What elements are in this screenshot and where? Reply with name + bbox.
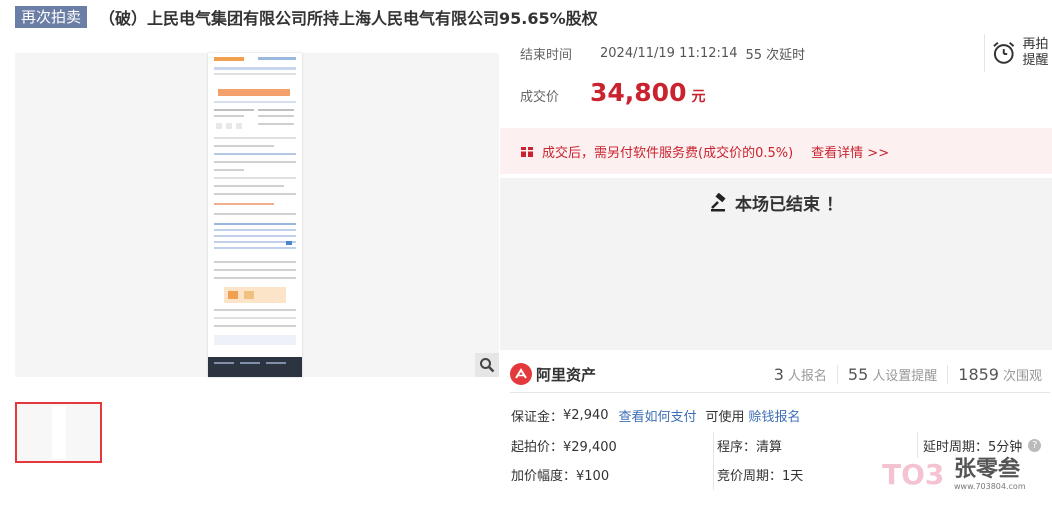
procedure: 程序：清算	[717, 440, 783, 455]
platform-name: 阿里资产	[536, 365, 597, 384]
deposit-label: 保证金：	[511, 410, 564, 425]
platform-brand[interactable]: 阿里资产	[510, 363, 596, 385]
end-time-row: 结束时间 2024/11/19 11:12:14 55 次延时	[520, 44, 805, 63]
column-separator	[917, 432, 918, 458]
help-icon[interactable]: ?	[1028, 439, 1042, 452]
delay-period-row: 延时周期：5分钟 ?	[923, 436, 1042, 455]
start-price: 起拍价：¥29,400	[511, 440, 617, 455]
end-time-label: 结束时间	[520, 48, 573, 63]
divider	[510, 392, 1050, 393]
deal-price-row: 成交价 34,800 元	[520, 78, 705, 107]
column-separator	[713, 432, 714, 490]
alarm-clock-icon	[993, 41, 1015, 64]
thumbnail-image	[52, 406, 66, 459]
stat-reminders-count: 55	[847, 364, 869, 384]
stat-registrations-unit: 人报名	[787, 368, 827, 384]
image-preview[interactable]	[15, 53, 499, 377]
reminder-label: 再拍提醒	[1022, 37, 1049, 68]
stats-group: 3 人报名 55 人设置提醒 1859 次围观	[764, 364, 1052, 384]
watermark-name: 张零叁	[954, 456, 1021, 482]
deal-price-value: 34,800	[590, 78, 687, 107]
how-to-pay-link[interactable]: 查看如何支付	[619, 406, 697, 425]
deposit-row: 保证金： ¥2,940 查看如何支付 可使用 赊钱报名	[511, 406, 801, 425]
auction-ended-text: 本场已结束 ！	[735, 195, 843, 215]
bid-period: 竞价周期：1天	[717, 469, 804, 484]
fee-details-link[interactable]: 查看详情 >>	[811, 142, 889, 161]
watermark-logo-icon: TO3	[882, 458, 944, 491]
document-screenshot	[208, 53, 302, 377]
platform-row: 阿里资产 3 人报名 55 人设置提醒 1859 次围观	[510, 358, 1052, 390]
re-auction-badge: 再次拍卖	[15, 6, 88, 28]
stat-reminders: 55 人设置提醒	[836, 364, 947, 384]
watermark-text: 张零叁 www.703804.com	[954, 456, 1026, 491]
fee-notice: 成交后，需另付软件服务费(成交价的0.5%) 查看详情 >>	[500, 128, 1052, 174]
loan-register-link[interactable]: 赊钱报名	[749, 406, 801, 425]
auction-status-panel: 本场已结束 ！	[500, 178, 1052, 350]
ali-assets-logo-icon	[510, 363, 532, 385]
gift-icon	[521, 147, 533, 157]
stat-reminders-unit: 人设置提醒	[872, 368, 938, 384]
zoom-button[interactable]	[475, 353, 499, 377]
end-time-value: 2024/11/19 11:12:14	[600, 46, 738, 61]
delay-count: 55 次延时	[745, 48, 806, 63]
usable-text: 可使用	[705, 410, 745, 425]
auction-ended: 本场已结束 ！	[500, 190, 1052, 215]
fee-notice-text: 成交后，需另付软件服务费(成交价的0.5%)	[542, 145, 794, 161]
stat-registrations-count: 3	[773, 364, 784, 384]
deposit-value: ¥2,940	[563, 408, 609, 423]
stat-registrations: 3 人报名	[764, 365, 837, 384]
magnifier-icon	[480, 358, 495, 373]
stat-views-unit: 次围观	[1002, 368, 1042, 384]
reminder-button[interactable]: 再拍提醒	[984, 34, 1052, 72]
auction-title: （破）上民电气集团有限公司所持上海人民电气有限公司95.65%股权	[99, 9, 598, 28]
gavel-icon	[711, 192, 726, 211]
watermark: TO3 张零叁 www.703804.com	[880, 456, 1026, 492]
watermark-url: www.703804.com	[954, 481, 1026, 491]
deal-price-label: 成交价	[520, 90, 560, 105]
bid-increment: 加价幅度：¥100	[511, 469, 610, 484]
stat-views: 1859 次围观	[947, 364, 1052, 384]
delay-period: 延时周期：5分钟	[923, 440, 1023, 455]
title-row: 再次拍卖 （破）上民电气集团有限公司所持上海人民电气有限公司95.65%股权	[15, 6, 598, 28]
document-image	[208, 53, 302, 377]
watermark-logo-text: TO3	[882, 458, 944, 491]
thumbnail-item[interactable]	[15, 402, 102, 463]
deal-price-unit: 元	[691, 89, 706, 105]
stat-views-count: 1859	[958, 364, 999, 384]
